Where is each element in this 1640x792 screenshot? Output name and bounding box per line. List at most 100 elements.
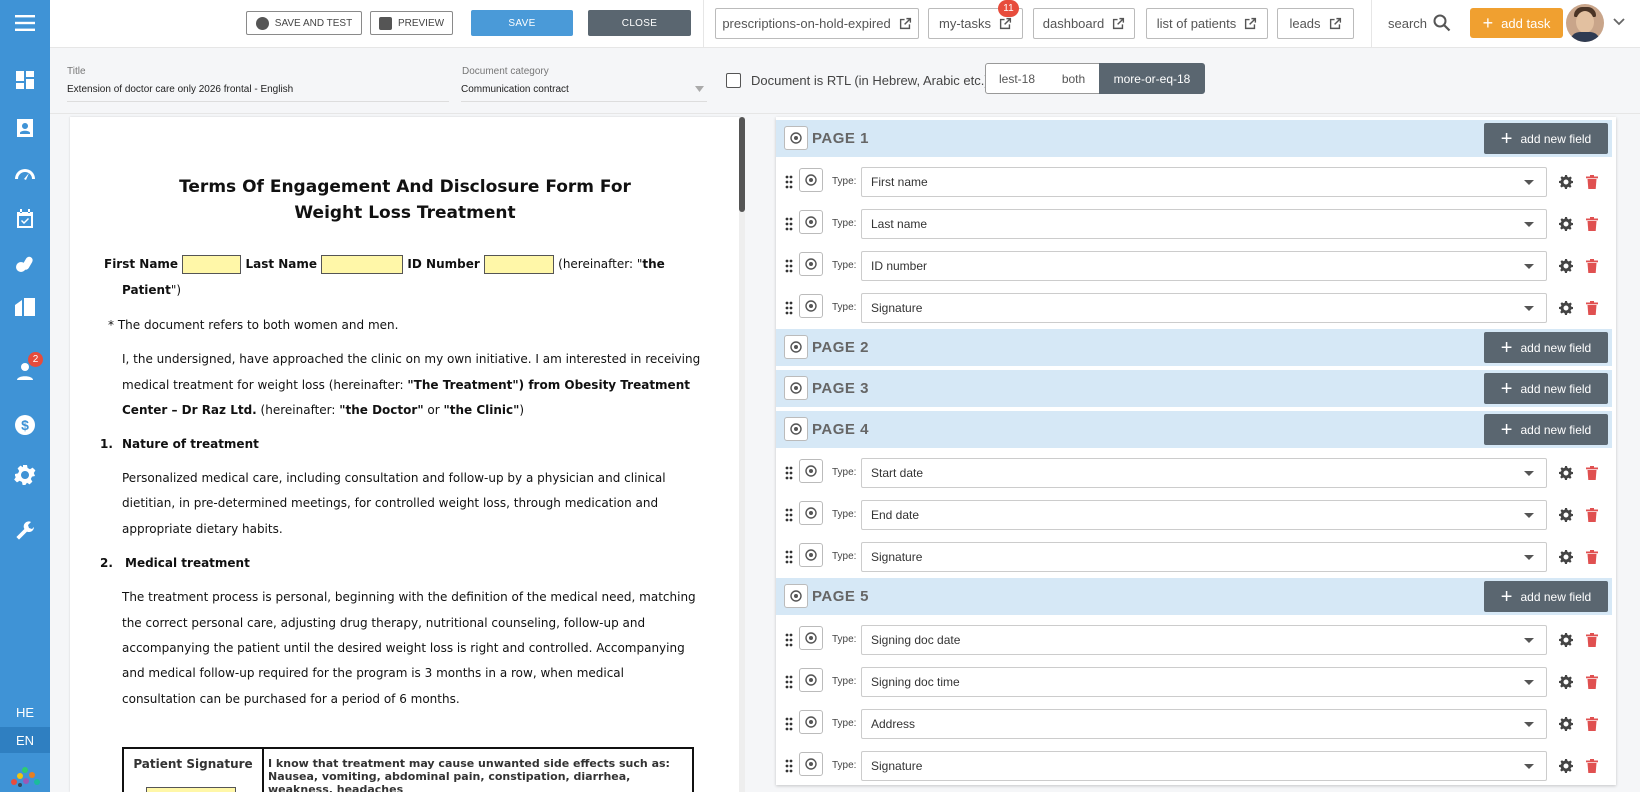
link-my-tasks[interactable]: my-tasks 11 — [928, 0, 1023, 39]
drag-handle-icon[interactable] — [784, 508, 794, 522]
locate-page-icon[interactable] — [784, 126, 808, 150]
drag-handle-icon[interactable] — [784, 301, 794, 315]
field-settings-gear-icon[interactable] — [1559, 259, 1573, 273]
locate-field-icon[interactable] — [799, 252, 823, 276]
users-icon[interactable]: 2 — [10, 352, 43, 386]
drag-handle-icon[interactable] — [784, 466, 794, 480]
id-number-placeholder-field[interactable] — [483, 255, 554, 274]
field-settings-gear-icon[interactable] — [1559, 759, 1573, 773]
field-type-select[interactable]: Signing doc time — [861, 667, 1547, 697]
field-type-select[interactable]: Signature — [861, 293, 1547, 323]
preview-button[interactable]: PREVIEW — [370, 11, 453, 35]
dashboard-icon[interactable] — [10, 65, 40, 95]
search-label[interactable]: search — [1388, 16, 1427, 31]
field-settings-gear-icon[interactable] — [1559, 301, 1573, 315]
field-type-select[interactable]: End date — [861, 500, 1547, 530]
locate-page-icon[interactable] — [784, 417, 808, 441]
first-name-placeholder-field[interactable] — [182, 255, 242, 274]
field-type-select[interactable]: Start date — [861, 458, 1547, 488]
field-type-select[interactable]: Signing doc date — [861, 625, 1547, 655]
billing-dollar-icon[interactable]: $ — [10, 410, 40, 440]
locate-field-icon[interactable] — [799, 210, 823, 234]
locate-page-icon[interactable] — [784, 584, 808, 608]
link-prescriptions-on-hold-expired[interactable]: prescriptions-on-hold-expired — [715, 8, 919, 39]
locate-field-icon[interactable] — [799, 294, 823, 318]
locate-field-icon[interactable] — [799, 543, 823, 567]
delete-field-trash-icon[interactable] — [1586, 550, 1598, 564]
delete-field-trash-icon[interactable] — [1586, 759, 1598, 773]
signature-placeholder-field[interactable] — [146, 787, 236, 792]
calendar-check-icon[interactable] — [10, 204, 40, 234]
chevron-down-icon[interactable] — [695, 86, 704, 92]
link-list-of-patients[interactable]: list of patients — [1146, 8, 1268, 39]
locate-field-icon[interactable] — [799, 668, 823, 692]
age-option-more-or-eq-18[interactable]: more-or-eq-18 — [1099, 63, 1205, 94]
field-settings-gear-icon[interactable] — [1559, 717, 1573, 731]
lang-en[interactable]: EN — [0, 727, 50, 753]
locate-field-icon[interactable] — [799, 626, 823, 650]
save-and-test-button[interactable]: SAVE AND TEST — [246, 11, 362, 35]
locate-field-icon[interactable] — [799, 459, 823, 483]
field-settings-gear-icon[interactable] — [1559, 217, 1573, 231]
drag-handle-icon[interactable] — [784, 217, 794, 231]
locate-page-icon[interactable] — [784, 376, 808, 400]
drag-handle-icon[interactable] — [784, 675, 794, 689]
speedometer-icon[interactable] — [10, 162, 40, 192]
patient-card-icon[interactable] — [10, 113, 40, 143]
add-new-field-button[interactable]: + add new field — [1484, 581, 1608, 612]
drag-handle-icon[interactable] — [784, 175, 794, 189]
add-new-field-button[interactable]: + add new field — [1484, 332, 1608, 363]
field-type-select[interactable]: First name — [861, 167, 1547, 197]
locate-field-icon[interactable] — [799, 501, 823, 525]
rtl-checkbox[interactable] — [726, 73, 741, 88]
wrench-icon[interactable] — [10, 518, 40, 548]
locate-field-icon[interactable] — [799, 710, 823, 734]
delete-field-trash-icon[interactable] — [1586, 508, 1598, 522]
lang-he[interactable]: HE — [0, 699, 50, 725]
preview-scrollbar-track[interactable] — [739, 117, 745, 792]
field-settings-gear-icon[interactable] — [1559, 633, 1573, 647]
pills-icon[interactable] — [10, 249, 40, 279]
link-dashboard[interactable]: dashboard — [1033, 8, 1135, 39]
field-type-select[interactable]: ID number — [861, 251, 1547, 281]
drag-handle-icon[interactable] — [784, 259, 794, 273]
field-type-select[interactable]: Signature — [861, 542, 1547, 572]
age-option-lest-18[interactable]: lest-18 — [985, 63, 1049, 94]
field-settings-gear-icon[interactable] — [1559, 466, 1573, 480]
drag-handle-icon[interactable] — [784, 633, 794, 647]
field-settings-gear-icon[interactable] — [1559, 675, 1573, 689]
drag-handle-icon[interactable] — [784, 717, 794, 731]
add-new-field-button[interactable]: + add new field — [1484, 123, 1608, 154]
link-leads[interactable]: leads — [1277, 8, 1354, 39]
menu-icon[interactable] — [10, 8, 40, 38]
locate-field-icon[interactable] — [799, 168, 823, 192]
field-type-select[interactable]: Address — [861, 709, 1547, 739]
delete-field-trash-icon[interactable] — [1586, 175, 1598, 189]
search-icon[interactable] — [1433, 14, 1451, 32]
age-option-both[interactable]: both — [1048, 63, 1100, 94]
avatar[interactable] — [1566, 4, 1604, 42]
drag-handle-icon[interactable] — [784, 759, 794, 773]
field-type-select[interactable]: Signature — [861, 751, 1547, 781]
settings-gear-icon[interactable] — [10, 460, 40, 490]
save-button[interactable]: SAVE — [471, 10, 573, 36]
delete-field-trash-icon[interactable] — [1586, 259, 1598, 273]
field-settings-gear-icon[interactable] — [1559, 550, 1573, 564]
add-task-button[interactable]: + add task — [1470, 8, 1563, 38]
field-type-select[interactable]: Last name — [861, 209, 1547, 239]
field-settings-gear-icon[interactable] — [1559, 175, 1573, 189]
last-name-placeholder-field[interactable] — [321, 255, 404, 274]
delete-field-trash-icon[interactable] — [1586, 675, 1598, 689]
add-new-field-button[interactable]: + add new field — [1484, 414, 1608, 445]
add-new-field-button[interactable]: + add new field — [1484, 373, 1608, 404]
chevron-down-icon[interactable] — [1612, 14, 1626, 28]
delete-field-trash-icon[interactable] — [1586, 633, 1598, 647]
clinic-building-icon[interactable] — [10, 292, 40, 322]
locate-field-icon[interactable] — [799, 752, 823, 776]
close-button[interactable]: CLOSE — [588, 10, 691, 36]
delete-field-trash-icon[interactable] — [1586, 466, 1598, 480]
delete-field-trash-icon[interactable] — [1586, 301, 1598, 315]
field-settings-gear-icon[interactable] — [1559, 508, 1573, 522]
drag-handle-icon[interactable] — [784, 550, 794, 564]
delete-field-trash-icon[interactable] — [1586, 717, 1598, 731]
